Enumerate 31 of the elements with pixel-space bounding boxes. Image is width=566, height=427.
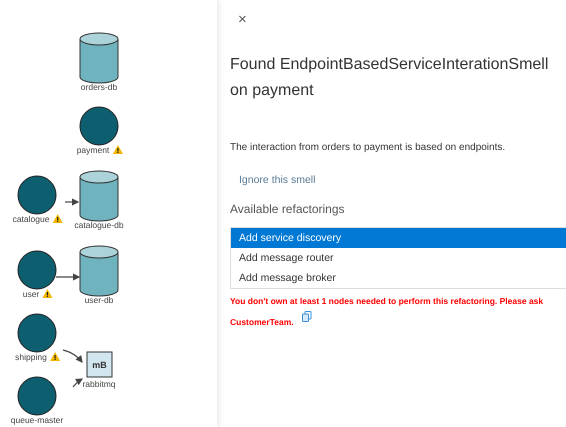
node-label: user-db	[84, 295, 114, 305]
database-icon	[80, 170, 118, 222]
ignore-link[interactable]: Ignore this smell	[239, 173, 316, 189]
section-label: Available refactorings	[230, 200, 346, 218]
node-label: payment	[76, 145, 110, 155]
service-node	[18, 314, 56, 352]
copy-icon[interactable]	[302, 311, 312, 322]
node-label: queue-master	[10, 415, 64, 425]
error-text: You don't own at least 1 nodes needed to perform this refactoring. Please ask	[230, 294, 544, 308]
node-label: user	[22, 289, 40, 299]
broker-node: mB	[86, 352, 112, 378]
service-node	[80, 106, 118, 146]
node-label: shipping	[15, 352, 47, 362]
edge-arrow	[72, 378, 84, 388]
refactoring-option[interactable]: Add service discovery	[231, 228, 566, 248]
database-icon	[80, 246, 118, 296]
service-node	[18, 176, 56, 214]
database-icon	[80, 32, 118, 84]
node-label: catalogue-db	[74, 220, 124, 230]
edge-arrow	[65, 198, 80, 206]
service-node	[18, 376, 56, 416]
error-text: CustomerTeam.	[230, 316, 294, 329]
close-button[interactable]: ×	[234, 12, 251, 27]
node-label: rabbitmq	[82, 379, 116, 389]
node-label: catalogue	[12, 214, 50, 224]
panel-title: Found EndpointBasedServiceInterationSmell on payment	[230, 55, 550, 101]
node-label: orders-db	[80, 82, 118, 92]
description-text: The interaction from orders to payment is based on endpoints.	[230, 141, 506, 155]
edge-arrow	[62, 349, 83, 363]
edge-arrow	[56, 273, 80, 281]
service-node	[18, 250, 56, 290]
